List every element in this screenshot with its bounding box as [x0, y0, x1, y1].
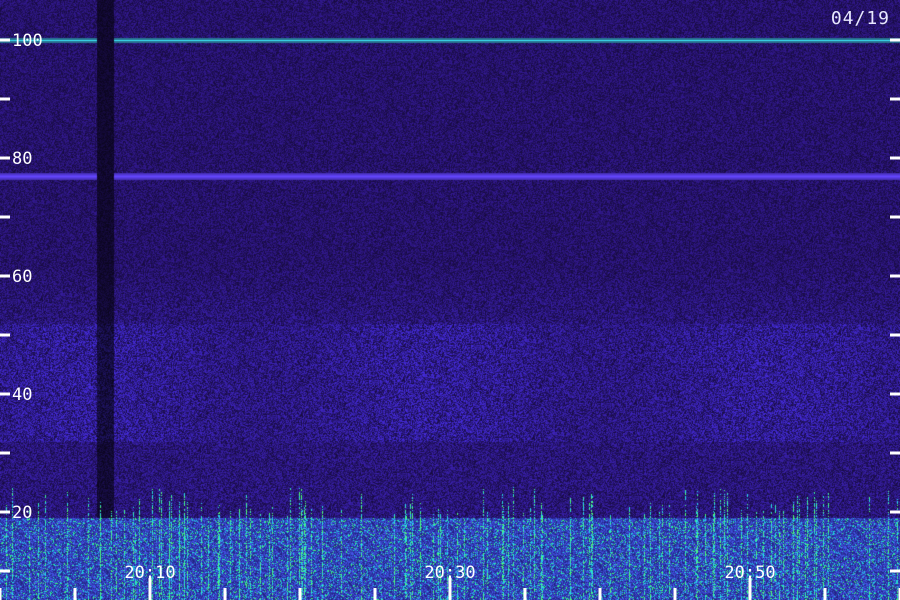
date-label: 04/19 [831, 8, 890, 29]
x-tick-label: 20:30 [424, 563, 475, 583]
y-tick-label: 20 [12, 503, 32, 523]
x-tick-label: 20:10 [124, 563, 175, 583]
y-tick-label: 40 [12, 385, 32, 405]
y-tick-label: 100 [12, 31, 43, 51]
x-tick-label: 20:50 [724, 563, 775, 583]
x-axis: 20:10 20:30 20:50 [0, 563, 900, 600]
spectrogram-chart: 100 80 60 40 20 20:10 20:30 20:50 04/19 [0, 0, 900, 600]
y-axis: 100 80 60 40 20 [0, 31, 900, 573]
axis-overlay: 100 80 60 40 20 20:10 20:30 20:50 04/19 [0, 8, 900, 600]
y-tick-label: 80 [12, 149, 32, 169]
y-tick-label: 60 [12, 267, 32, 287]
